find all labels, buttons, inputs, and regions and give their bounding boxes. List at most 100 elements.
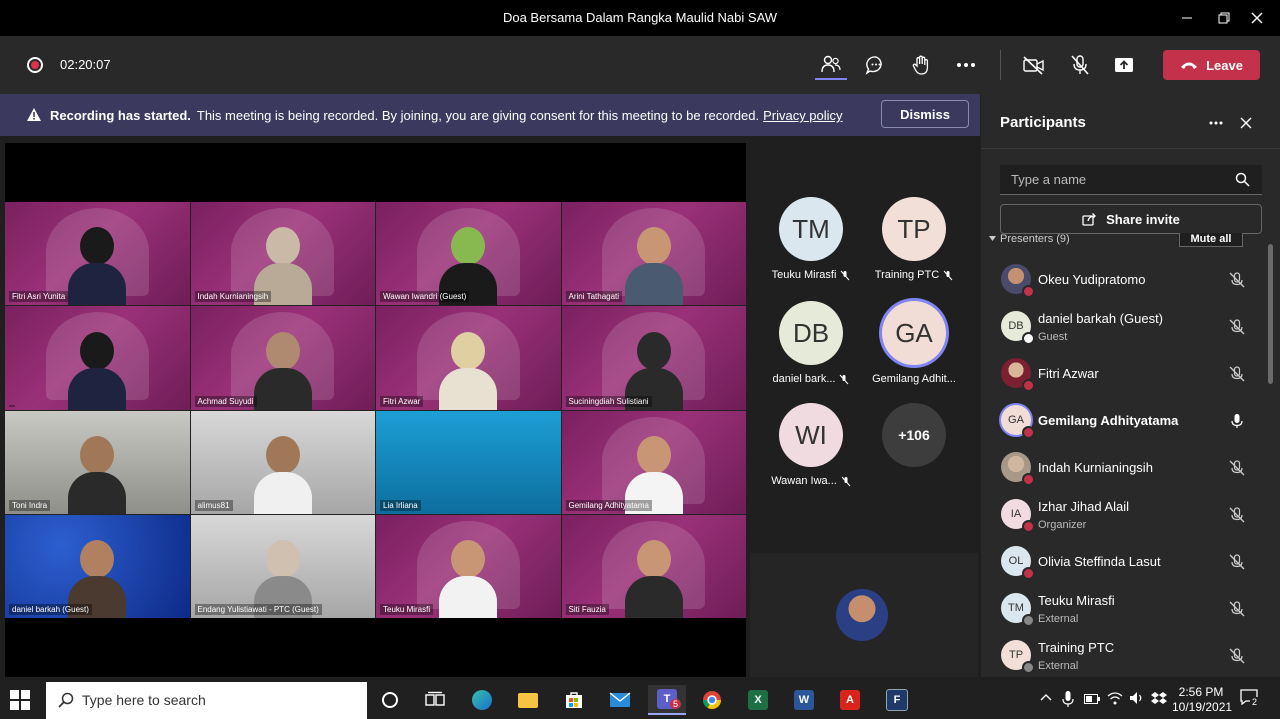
camera-toggle-button[interactable]	[1018, 50, 1050, 80]
leave-button[interactable]: Leave	[1163, 50, 1260, 80]
meeting-toolbar: 02:20:07 Leave	[0, 36, 1280, 94]
mic-off-icon	[841, 476, 851, 486]
close-window-button[interactable]	[1242, 6, 1272, 30]
cortana-icon	[382, 692, 398, 708]
show-participants-button[interactable]	[815, 50, 847, 80]
presenters-label: Presenters (9)	[1000, 233, 1070, 245]
taskbar-chrome[interactable]	[695, 685, 729, 715]
roster-label: Training PTC	[864, 269, 964, 281]
dismiss-button[interactable]: Dismiss	[881, 100, 969, 128]
roster-item[interactable]: DB daniel bark...	[761, 301, 861, 385]
participant-row[interactable]: Indah Kurnianingsih	[981, 444, 1280, 491]
maximize-button[interactable]	[1209, 6, 1239, 30]
participant-search-input[interactable]	[1000, 165, 1262, 195]
taskbar-file-explorer[interactable]	[511, 685, 545, 715]
mute-all-button[interactable]: Mute all	[1179, 233, 1243, 247]
roster-item[interactable]: WI Wawan Iwa...	[761, 403, 861, 487]
taskbar-search-box[interactable]: Type here to search	[46, 682, 367, 719]
self-avatar	[836, 589, 888, 641]
tile-name: Arini Tathagati	[565, 291, 623, 303]
taskbar-acrobat[interactable]: A	[833, 685, 867, 715]
dropbox-icon[interactable]	[1151, 691, 1167, 705]
banner-title: Recording has started.	[50, 108, 191, 123]
share-content-button[interactable]	[1108, 50, 1140, 80]
taskbar-store[interactable]	[557, 685, 591, 715]
hang-up-icon	[1181, 62, 1198, 69]
mail-icon	[609, 692, 631, 707]
raise-hand-button[interactable]	[905, 50, 937, 80]
participant-row[interactable]: Okeu Yudipratomo	[981, 256, 1280, 303]
video-tile: Siti Fauzia	[561, 514, 746, 618]
notifications-button[interactable]: 2	[1240, 689, 1264, 711]
more-participants[interactable]: +106	[864, 403, 964, 467]
status-badge	[1022, 379, 1035, 392]
mic-off-icon	[1229, 272, 1245, 288]
participant-row[interactable]: TM Teuku Mirasfi External	[981, 585, 1280, 632]
taskbar-word[interactable]: W	[787, 685, 821, 715]
participant-name: Indah Kurnianingsih	[1038, 460, 1153, 475]
taskbar-excel[interactable]: X	[741, 685, 775, 715]
more-actions-button[interactable]	[950, 50, 982, 80]
cortana-button[interactable]	[373, 685, 407, 715]
video-tile: Teuku Mirasfi	[376, 514, 561, 618]
tile-name: daniel barkah (Guest)	[9, 604, 92, 615]
participant-row[interactable]: GA Gemilang Adhityatama	[981, 397, 1280, 444]
tile-name	[9, 404, 15, 407]
mic-toggle-button[interactable]	[1064, 50, 1096, 80]
mic-off-icon	[1229, 460, 1245, 476]
privacy-policy-link[interactable]: Privacy policy	[763, 108, 842, 123]
share-invite-button[interactable]: Share invite	[1000, 204, 1262, 234]
volume-icon[interactable]	[1129, 691, 1145, 705]
store-icon	[566, 692, 582, 708]
participant-row[interactable]: IA Izhar Jihad Alail Organizer	[981, 491, 1280, 538]
avatar: GA	[882, 301, 946, 365]
banner-body: This meeting is being recorded. By joini…	[196, 108, 760, 123]
taskbar-mail[interactable]	[603, 685, 637, 715]
battery-icon[interactable]	[1084, 694, 1100, 704]
chevron-up-icon[interactable]	[1040, 691, 1052, 705]
participant-row[interactable]: Fitri Azwar	[981, 350, 1280, 397]
panel-close-button[interactable]	[1235, 112, 1257, 134]
share-invite-label: Share invite	[1106, 211, 1180, 227]
f-app-icon: F	[886, 689, 908, 711]
show-chat-button[interactable]	[860, 50, 892, 80]
taskbar-edge[interactable]	[465, 685, 499, 715]
video-tile: Fitri Azwar	[376, 306, 561, 410]
presenters-header[interactable]: Presenters (9)	[989, 233, 1070, 245]
participant-row[interactable]: DB daniel barkah (Guest) Guest	[981, 303, 1280, 350]
taskbar-app-f[interactable]: F	[880, 685, 914, 715]
task-view-button[interactable]	[418, 685, 452, 715]
roster-label: daniel bark...	[761, 373, 861, 385]
roster-item[interactable]: TP Training PTC	[864, 197, 964, 281]
panel-scrollbar[interactable]	[1268, 244, 1273, 384]
status-badge	[1022, 473, 1035, 486]
microphone-icon[interactable]	[1062, 691, 1074, 707]
self-video-area	[750, 553, 978, 677]
video-tile	[5, 306, 190, 410]
video-gallery: Fitri Asri Yunita Indah Kurnianingsih Wa…	[5, 202, 746, 618]
video-tile: daniel barkah (Guest)	[5, 514, 190, 618]
tile-name: Gemilang Adhityatama	[565, 499, 652, 511]
participant-row[interactable]: OL Olivia Steffinda Lasut	[981, 538, 1280, 585]
avatar: TM	[779, 197, 843, 261]
participant-name: Fitri Azwar	[1038, 366, 1099, 381]
more-icon	[1209, 121, 1223, 125]
participants-panel: Participants Share invite Presenters (9)…	[981, 94, 1280, 677]
panel-title: Participants	[1000, 114, 1086, 131]
minimize-button[interactable]	[1172, 6, 1202, 30]
participant-name: Olivia Steffinda Lasut	[1038, 554, 1161, 569]
restore-icon	[1218, 12, 1230, 24]
folder-icon	[518, 692, 538, 708]
wifi-icon[interactable]	[1107, 691, 1123, 705]
excel-icon: X	[748, 690, 768, 710]
participant-role: External	[1038, 613, 1079, 625]
system-clock[interactable]: 2:56 PM 10/19/2021	[1172, 685, 1232, 715]
notification-count: 2	[1250, 697, 1260, 707]
roster-item[interactable]: TM Teuku Mirasfi	[761, 197, 861, 281]
participant-row[interactable]: TP Training PTC External	[981, 632, 1280, 679]
roster-item[interactable]: GA Gemilang Adhit...	[864, 301, 964, 385]
taskbar-teams[interactable]: T 5	[648, 685, 686, 715]
tile-name: Wawan Iwandri (Guest)	[380, 291, 470, 303]
windows-start-icon[interactable]	[10, 690, 30, 710]
panel-more-button[interactable]	[1205, 112, 1227, 134]
